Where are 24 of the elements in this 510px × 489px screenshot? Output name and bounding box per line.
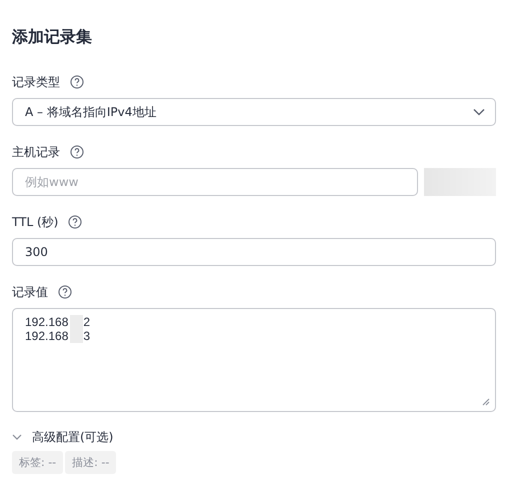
record-value-field[interactable]: 192.168 2 192.168 3 <box>12 308 496 412</box>
ip-text: 192.168 <box>25 329 68 343</box>
dialog-title: 添加记录集 <box>12 26 92 48</box>
field-label: 主机记录 <box>12 144 60 160</box>
host-record-field[interactable]: 例如www <box>12 168 418 196</box>
help-icon[interactable] <box>58 285 72 299</box>
field-label: TTL (秒) <box>12 214 58 230</box>
domain-suffix <box>424 168 496 196</box>
record-type-select[interactable]: A – 将域名指向IPv4地址 <box>12 98 496 126</box>
info-tag: 标签: -- <box>12 451 64 474</box>
help-icon[interactable] <box>68 215 82 229</box>
help-icon[interactable] <box>70 145 84 159</box>
field-label: 记录值 <box>12 284 48 300</box>
help-icon[interactable] <box>70 75 84 89</box>
chevron-icon <box>12 434 22 440</box>
ttl-field[interactable]: 300 <box>12 238 496 266</box>
ip-text: 192.168 <box>25 315 68 329</box>
field-label: 记录类型 <box>12 74 60 90</box>
ip-text: 2 <box>83 315 90 329</box>
info-tag: 描述: -- <box>65 451 116 474</box>
chevron-down-icon <box>473 108 485 116</box>
advanced-toggle[interactable]: 高级配置(可选) <box>12 428 114 446</box>
ip-text: 3 <box>83 329 90 343</box>
resize-grip-icon[interactable] <box>482 398 490 406</box>
